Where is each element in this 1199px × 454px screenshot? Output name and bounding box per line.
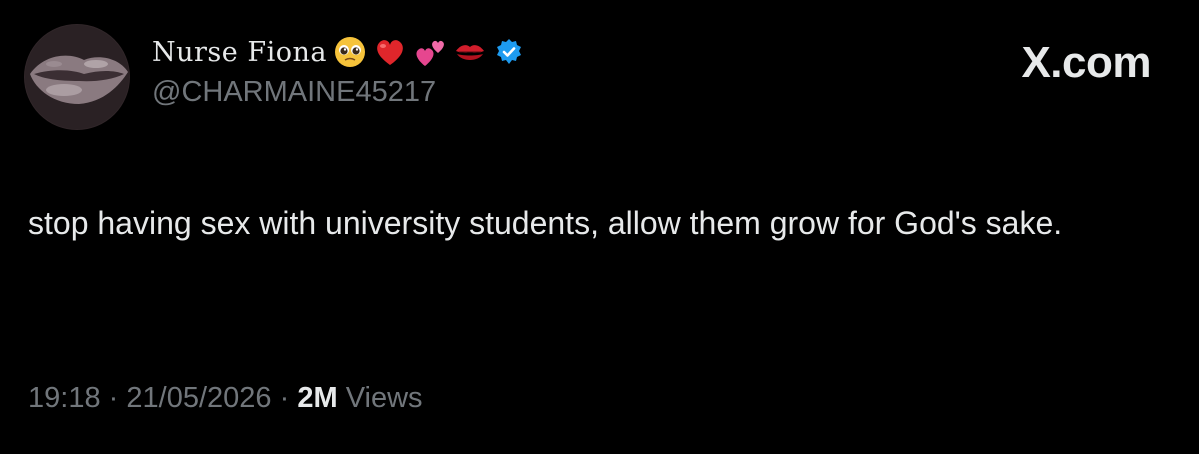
verified-badge-icon: [495, 38, 523, 66]
tweet-time[interactable]: 19:18: [28, 382, 101, 414]
tweet-meta: 19:18 · 21/05/2026 · 2M Views: [28, 382, 423, 415]
author-block: Nurse Fiona @CHARMAINE45217: [152, 32, 523, 109]
avatar[interactable]: [24, 24, 130, 130]
kiss-mark-icon: [453, 35, 487, 69]
views-count[interactable]: 2M: [297, 382, 337, 414]
tweet-text: stop having sex with university students…: [28, 205, 1063, 241]
tweet-date[interactable]: 21/05/2026: [126, 382, 271, 414]
tweet-card: Nurse Fiona @CHARMAINE45217 X.com stop h…: [0, 0, 1199, 454]
avatar-lips-image: [25, 25, 129, 129]
pleading-face-icon: [333, 35, 367, 69]
meta-separator: ·: [108, 382, 119, 414]
two-hearts-icon: [413, 35, 447, 69]
name-row: Nurse Fiona: [152, 32, 523, 72]
views-label: Views: [345, 382, 423, 414]
red-heart-icon: [373, 35, 407, 69]
brand-logo-text: X.com: [1021, 38, 1151, 87]
display-name[interactable]: Nurse Fiona: [152, 37, 327, 68]
meta-separator: ·: [279, 382, 290, 414]
user-handle[interactable]: @CHARMAINE45217: [152, 76, 523, 109]
